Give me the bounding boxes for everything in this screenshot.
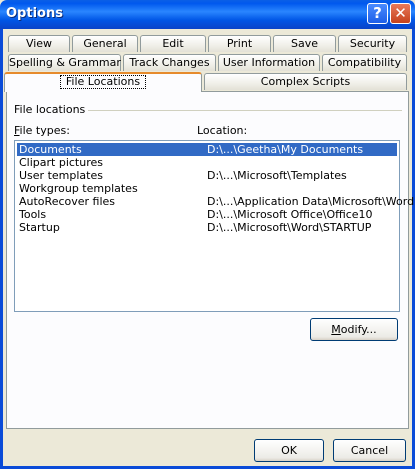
list-item[interactable]: User templates D:\...\Microsoft\Template… bbox=[17, 169, 397, 182]
tab-file-locations[interactable]: File Locations bbox=[4, 72, 202, 92]
tab-label: Complex Scripts bbox=[260, 75, 351, 88]
file-type: Tools bbox=[19, 208, 47, 221]
file-type: Clipart pictures bbox=[19, 156, 103, 169]
column-header-location: Location: bbox=[197, 124, 248, 137]
hotkey-letter: M bbox=[331, 323, 341, 336]
tab-compatibility[interactable]: Compatibility bbox=[322, 54, 407, 71]
button-label: odify... bbox=[340, 323, 377, 336]
file-type: AutoRecover files bbox=[19, 195, 116, 208]
tab-save[interactable]: Save bbox=[273, 35, 336, 52]
tab-label: Print bbox=[226, 37, 253, 50]
list-item[interactable]: AutoRecover files D:\...\Application Dat… bbox=[17, 195, 414, 208]
location: D:\...\Microsoft\Templates bbox=[207, 169, 347, 182]
cancel-button[interactable]: Cancel bbox=[333, 439, 406, 462]
list-item[interactable]: Tools D:\...\Microsoft Office\Office10 bbox=[17, 208, 397, 221]
tab-label: Security bbox=[349, 37, 396, 50]
tab-label: Edit bbox=[162, 37, 184, 50]
close-icon: ✕ bbox=[394, 4, 407, 22]
window-frame-left bbox=[0, 29, 3, 469]
help-icon: ? bbox=[373, 4, 382, 22]
tab-spelling-grammar[interactable]: Spelling & Grammar bbox=[8, 54, 121, 71]
tab-user-information[interactable]: User Information bbox=[218, 54, 320, 71]
options-dialog: Options ? ✕ View General Edit Print Save… bbox=[0, 0, 415, 469]
location: D:\...\Microsoft Office\Office10 bbox=[207, 208, 373, 221]
list-item[interactable]: Workgroup templates bbox=[17, 182, 397, 195]
list-item[interactable]: Startup D:\...\Microsoft\Word\STARTUP bbox=[17, 221, 397, 234]
ok-button[interactable]: OK bbox=[254, 439, 324, 462]
tab-label: View bbox=[25, 37, 53, 50]
column-header-file-types: File types: bbox=[14, 124, 70, 137]
file-type: Documents bbox=[19, 143, 82, 156]
tab-label: Track Changes bbox=[129, 56, 210, 69]
tab-label: Compatibility bbox=[327, 56, 402, 69]
tab-label: User Information bbox=[222, 56, 316, 69]
tab-label: General bbox=[83, 37, 127, 50]
tab-label: Spelling & Grammar bbox=[9, 56, 121, 69]
tab-complex-scripts[interactable]: Complex Scripts bbox=[204, 73, 407, 90]
tab-edit[interactable]: Edit bbox=[140, 35, 206, 52]
group-label: File locations bbox=[14, 103, 89, 116]
header-text: ile types: bbox=[19, 124, 70, 137]
file-type: User templates bbox=[19, 169, 103, 182]
tab-print[interactable]: Print bbox=[208, 35, 271, 52]
title-bar[interactable]: Options ? ✕ bbox=[0, 0, 415, 29]
tab-security[interactable]: Security bbox=[338, 35, 407, 52]
window-title: Options bbox=[6, 6, 63, 21]
tab-view[interactable]: View bbox=[8, 35, 70, 52]
location: D:\...\Microsoft\Word\STARTUP bbox=[207, 221, 372, 234]
list-item[interactable]: Documents D:\...\Geetha\My Documents bbox=[17, 143, 397, 156]
tab-general[interactable]: General bbox=[72, 35, 138, 52]
file-type: Startup bbox=[19, 221, 60, 234]
modify-button[interactable]: Modify... bbox=[310, 318, 398, 341]
tab-track-changes[interactable]: Track Changes bbox=[123, 54, 216, 71]
group-divider bbox=[82, 110, 402, 111]
list-item[interactable]: Clipart pictures bbox=[17, 156, 397, 169]
file-type: Workgroup templates bbox=[19, 182, 138, 195]
location: D:\...\Geetha\My Documents bbox=[207, 143, 364, 156]
tab-label: File Locations bbox=[59, 75, 147, 89]
close-button[interactable]: ✕ bbox=[390, 3, 411, 24]
location: D:\...\Application Data\Microsoft\Word bbox=[207, 195, 415, 208]
tab-label: Save bbox=[290, 37, 318, 50]
help-button[interactable]: ? bbox=[367, 3, 388, 24]
file-locations-list[interactable]: Documents D:\...\Geetha\My Documents Cli… bbox=[14, 140, 414, 312]
